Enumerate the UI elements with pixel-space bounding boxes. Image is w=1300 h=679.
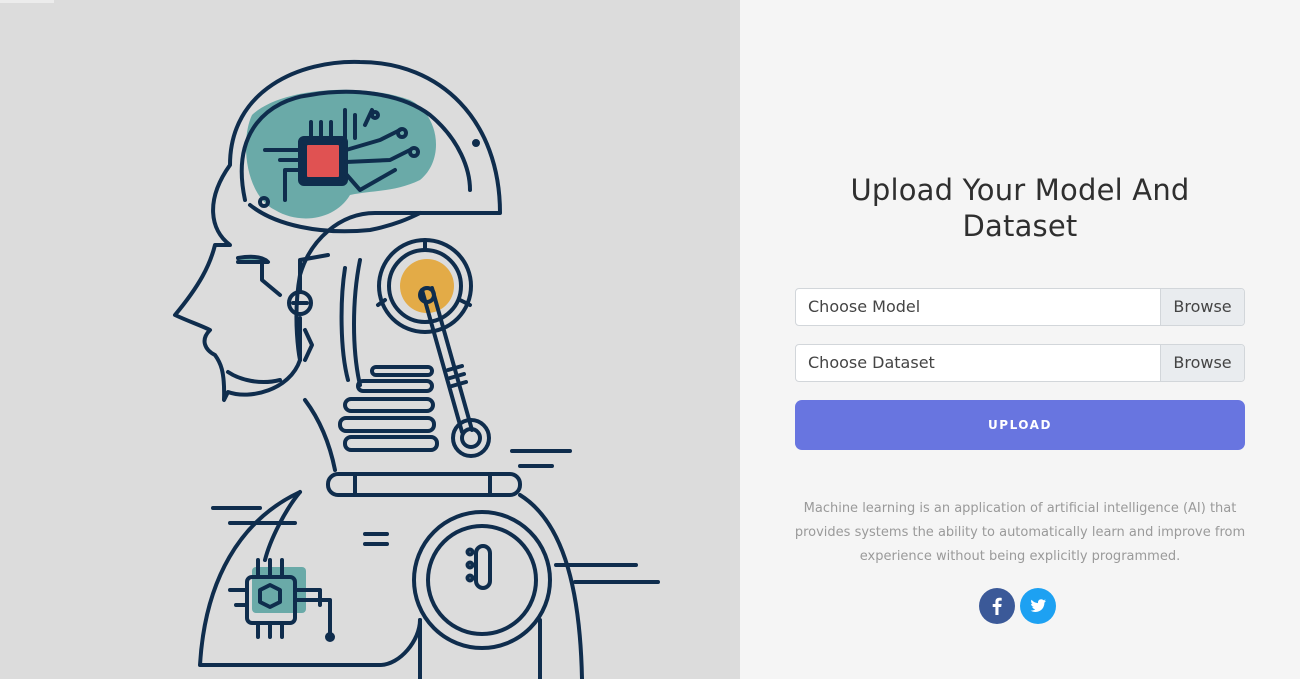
description-text: Machine learning is an application of ar… — [794, 501, 1246, 564]
dataset-browse-button[interactable]: Browse — [1160, 345, 1244, 381]
twitter-button[interactable] — [1020, 588, 1056, 624]
dataset-file-input[interactable]: Choose Dataset Browse — [795, 344, 1245, 382]
model-input-label: Choose Model — [808, 297, 921, 316]
dataset-input-label: Choose Dataset — [808, 353, 935, 372]
upload-form-panel: Upload Your Model And Dataset Choose Mod… — [740, 0, 1300, 679]
facebook-button[interactable] — [979, 588, 1015, 624]
page-title: Upload Your Model And Dataset — [850, 173, 1190, 243]
model-browse-button[interactable]: Browse — [1160, 289, 1244, 325]
upload-button[interactable]: UPLOAD — [795, 400, 1245, 450]
facebook-icon — [992, 597, 1002, 615]
twitter-icon — [1030, 599, 1046, 612]
illustration-panel — [0, 0, 740, 679]
model-file-input[interactable]: Choose Model Browse — [795, 288, 1245, 326]
robot-head-illustration — [173, 59, 660, 679]
